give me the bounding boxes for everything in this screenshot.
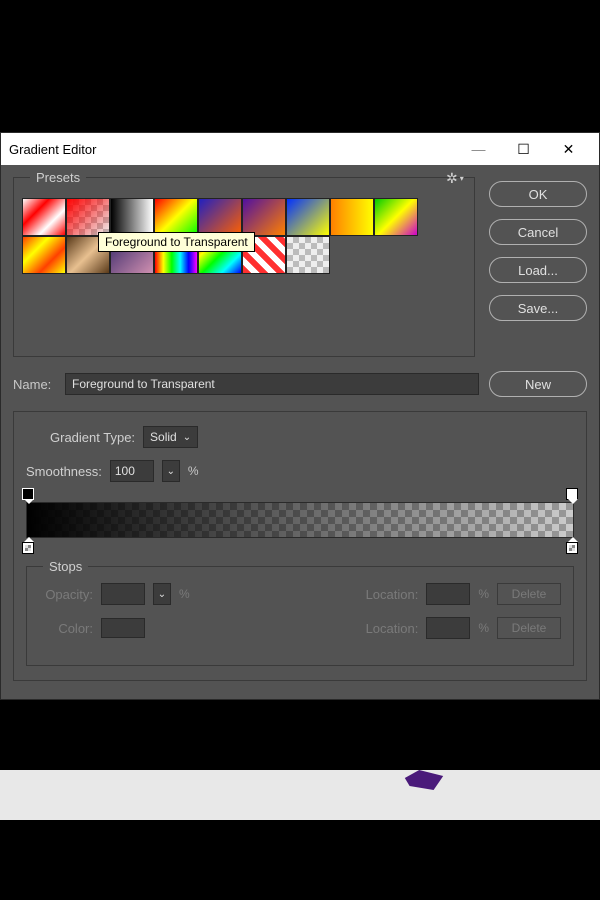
smoothness-label: Smoothness:	[26, 464, 102, 479]
gradient-editor-dialog: Gradient Editor — ☐ ✕ Presets ✲ ▾	[0, 132, 600, 700]
color-location-input	[426, 617, 470, 639]
menu-caret-icon: ▾	[460, 174, 464, 183]
gradient-type-label: Gradient Type:	[50, 430, 135, 445]
preset-swatch[interactable]	[330, 198, 374, 236]
opacity-stop-left[interactable]	[22, 488, 34, 500]
preset-swatch[interactable]	[286, 198, 330, 236]
name-input[interactable]	[65, 373, 479, 395]
close-button[interactable]: ✕	[546, 134, 591, 164]
preset-swatch[interactable]	[198, 198, 242, 236]
preset-swatch[interactable]	[22, 198, 66, 236]
smoothness-unit: %	[188, 464, 199, 478]
dialog-title: Gradient Editor	[9, 142, 456, 157]
preset-swatch[interactable]	[110, 198, 154, 236]
gradient-type-select[interactable]: Solid	[143, 426, 198, 448]
canvas-background	[0, 770, 600, 820]
stops-label: Stops	[43, 559, 88, 574]
presets-menu-button[interactable]: ✲ ▾	[446, 170, 466, 186]
new-button[interactable]: New	[489, 371, 587, 397]
save-button[interactable]: Save...	[489, 295, 587, 321]
color-swatch	[101, 618, 145, 638]
opacity-location-label: Location:	[364, 587, 418, 602]
name-label: Name:	[13, 377, 55, 392]
opacity-dropdown: ⌄	[153, 583, 171, 605]
color-stop-right[interactable]	[566, 542, 578, 554]
smoothness-input[interactable]	[110, 460, 154, 482]
gradient-bar[interactable]	[26, 502, 574, 538]
titlebar[interactable]: Gradient Editor — ☐ ✕	[1, 133, 599, 165]
smoothness-dropdown[interactable]: ⌄	[162, 460, 180, 482]
preset-swatch[interactable]	[66, 198, 110, 236]
opacity-unit: %	[179, 587, 190, 601]
opacity-delete-button: Delete	[497, 583, 561, 605]
gradient-ramp[interactable]	[26, 502, 574, 538]
color-location-label: Location:	[364, 621, 418, 636]
color-delete-button: Delete	[497, 617, 561, 639]
preset-swatch[interactable]	[154, 198, 198, 236]
presets-panel: Presets ✲ ▾	[13, 177, 475, 357]
preset-swatch[interactable]	[242, 198, 286, 236]
preset-swatch[interactable]	[286, 236, 330, 274]
stops-panel: Stops Opacity: ⌄ % Location: % Delete Co…	[26, 566, 574, 666]
load-button[interactable]: Load...	[489, 257, 587, 283]
cancel-button[interactable]: Cancel	[489, 219, 587, 245]
preset-swatch[interactable]	[22, 236, 66, 274]
opacity-label: Opacity:	[39, 587, 93, 602]
opacity-location-unit: %	[478, 587, 489, 601]
opacity-stop-right[interactable]	[566, 488, 578, 500]
preset-tooltip: Foreground to Transparent	[98, 232, 255, 252]
dialog-body: Presets ✲ ▾	[1, 165, 599, 699]
preset-swatch[interactable]	[374, 198, 418, 236]
ok-button[interactable]: OK	[489, 181, 587, 207]
color-location-unit: %	[478, 621, 489, 635]
color-stop-left[interactable]	[22, 542, 34, 554]
preset-swatch-grid: Foreground to Transparent	[22, 198, 422, 274]
maximize-button[interactable]: ☐	[501, 134, 546, 164]
gradient-type-value: Solid	[150, 430, 177, 444]
presets-label: Presets	[30, 170, 86, 185]
gradient-settings-panel: Gradient Type: Solid Smoothness: ⌄ %	[13, 411, 587, 681]
gear-icon: ✲	[446, 170, 458, 187]
color-label: Color:	[39, 621, 93, 636]
opacity-location-input	[426, 583, 470, 605]
minimize-button[interactable]: —	[456, 134, 501, 164]
opacity-input	[101, 583, 145, 605]
